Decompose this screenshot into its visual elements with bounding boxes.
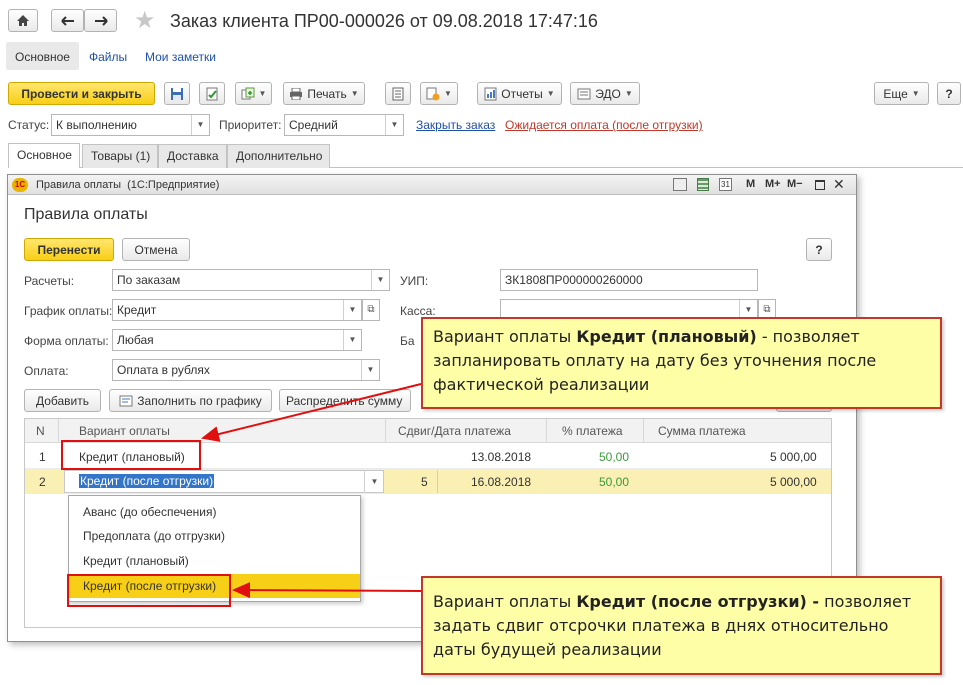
callout-bold-text: Кредит (после отгрузки) -: [576, 592, 820, 611]
callout-text: Вариант оплаты: [433, 327, 577, 346]
callout-bold-text: Кредит (плановый): [576, 327, 757, 346]
callout-credit-planned: Вариант оплаты Кредит (плановый) - позво…: [421, 317, 942, 409]
callout-text: Вариант оплаты: [433, 592, 577, 611]
callout-credit-after-shipment: Вариант оплаты Кредит (после отгрузки) -…: [421, 576, 942, 675]
